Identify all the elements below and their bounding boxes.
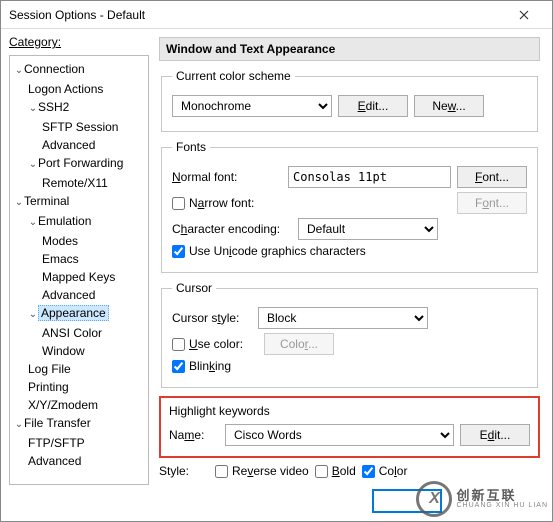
tree-log-file[interactable]: Log File: [28, 360, 148, 378]
category-tree[interactable]: ⌄Connection Logon Actions ⌄SSH2 SFTP Ses…: [9, 55, 149, 485]
tree-advanced[interactable]: Advanced: [42, 286, 148, 304]
chevron-down-icon: ⌄: [28, 306, 38, 324]
cursor-legend: Cursor: [172, 281, 216, 295]
watermark-logo-icon: X: [416, 481, 452, 517]
color-scheme-group: Current color scheme Monochrome Edit... …: [161, 69, 538, 132]
session-options-window: Session Options - Default Category: ⌄Con…: [0, 0, 553, 522]
color-scheme-new-button[interactable]: New...: [414, 95, 484, 117]
watermark: X 创新互联 CHUANG XIN HU LIAN: [416, 481, 548, 517]
fonts-legend: Fonts: [172, 140, 210, 154]
reverse-video-checkbox[interactable]: Reverse video: [215, 464, 309, 478]
color-scheme-legend: Current color scheme: [172, 69, 295, 83]
chevron-down-icon: ⌄: [28, 156, 38, 174]
tree-printing[interactable]: Printing: [28, 378, 148, 396]
tree-ftp-sftp[interactable]: FTP/SFTP: [28, 434, 148, 452]
narrow-font-button: Font...: [457, 192, 527, 214]
blinking-checkbox[interactable]: Blinking: [172, 359, 231, 373]
highlight-box: Highlight keywords Name: Cisco Words Edi…: [159, 396, 540, 458]
tree-terminal[interactable]: ⌄Terminal ⌄Emulation Modes Emacs Mapped …: [14, 192, 148, 414]
tree-port-forwarding[interactable]: ⌄Port Forwarding Remote/X11: [28, 154, 148, 192]
chevron-down-icon: ⌄: [14, 194, 24, 212]
tree-connection[interactable]: ⌄Connection Logon Actions ⌄SSH2 SFTP Ses…: [14, 60, 148, 192]
chevron-down-icon: ⌄: [28, 214, 38, 232]
color-scheme-select[interactable]: Monochrome: [172, 95, 332, 117]
tree-advanced[interactable]: Advanced: [28, 452, 148, 470]
fonts-group: Fonts Normal font: Font... Narrow font: …: [161, 140, 538, 273]
cursor-style-label: Cursor style:: [172, 311, 252, 325]
tree-sftp-session[interactable]: SFTP Session: [42, 118, 148, 136]
chevron-down-icon: ⌄: [28, 100, 38, 118]
color-checkbox[interactable]: Color: [362, 464, 408, 478]
left-panel: Category: ⌄Connection Logon Actions ⌄SSH…: [1, 29, 153, 521]
unicode-checkbox[interactable]: Use Unicode graphics characters: [172, 244, 366, 258]
tree-mapped-keys[interactable]: Mapped Keys: [42, 268, 148, 286]
tree-xyzmodem[interactable]: X/Y/Zmodem: [28, 396, 148, 414]
tree-ssh2[interactable]: ⌄SSH2 SFTP Session Advanced: [28, 98, 148, 154]
color-scheme-edit-button[interactable]: Edit...: [338, 95, 408, 117]
tree-appearance[interactable]: ⌄Appearance ANSI Color Window: [28, 304, 148, 360]
tree-window[interactable]: Window: [42, 342, 148, 360]
tree-ansi-color[interactable]: ANSI Color: [42, 324, 148, 342]
panel-header: Window and Text Appearance: [159, 37, 540, 61]
chevron-down-icon: ⌄: [14, 62, 24, 80]
close-icon: [519, 10, 529, 20]
style-label: Style:: [159, 464, 209, 478]
encoding-label: Character encoding:: [172, 222, 292, 236]
narrow-font-checkbox[interactable]: Narrow font:: [172, 196, 254, 210]
highlight-legend: Highlight keywords: [169, 404, 530, 418]
category-label: Category:: [9, 35, 61, 49]
window-title: Session Options - Default: [9, 8, 504, 22]
highlight-name-label: Name:: [169, 428, 219, 442]
watermark-py: CHUANG XIN HU LIAN: [456, 502, 548, 509]
cursor-style-select[interactable]: Block: [258, 307, 428, 329]
titlebar: Session Options - Default: [1, 1, 552, 29]
normal-font-button[interactable]: Font...: [457, 166, 527, 188]
tree-logon-actions[interactable]: Logon Actions: [28, 80, 148, 98]
close-button[interactable]: [504, 1, 544, 29]
bold-checkbox[interactable]: Bold: [315, 464, 356, 478]
normal-font-display: [288, 166, 451, 188]
highlight-edit-button[interactable]: Edit...: [460, 424, 530, 446]
normal-font-label: Normal font:: [172, 170, 282, 184]
watermark-cn: 创新互联: [456, 489, 548, 502]
cursor-color-button: Color...: [264, 333, 334, 355]
tree-advanced[interactable]: Advanced: [42, 136, 148, 154]
cursor-group: Cursor Cursor style: Block Use color: Co…: [161, 281, 538, 388]
tree-file-transfer[interactable]: ⌄File Transfer FTP/SFTP Advanced: [14, 414, 148, 470]
chevron-down-icon: ⌄: [14, 416, 24, 434]
tree-modes[interactable]: Modes: [42, 232, 148, 250]
encoding-select[interactable]: Default: [298, 218, 438, 240]
use-color-checkbox[interactable]: Use color:: [172, 337, 258, 351]
tree-emacs[interactable]: Emacs: [42, 250, 148, 268]
tree-remote-x11[interactable]: Remote/X11: [42, 174, 148, 192]
right-panel: Window and Text Appearance Current color…: [153, 29, 552, 521]
dialog-body: Category: ⌄Connection Logon Actions ⌄SSH…: [1, 29, 552, 521]
tree-emulation[interactable]: ⌄Emulation Modes Emacs Mapped Keys Advan…: [28, 212, 148, 304]
highlight-name-select[interactable]: Cisco Words: [225, 424, 454, 446]
